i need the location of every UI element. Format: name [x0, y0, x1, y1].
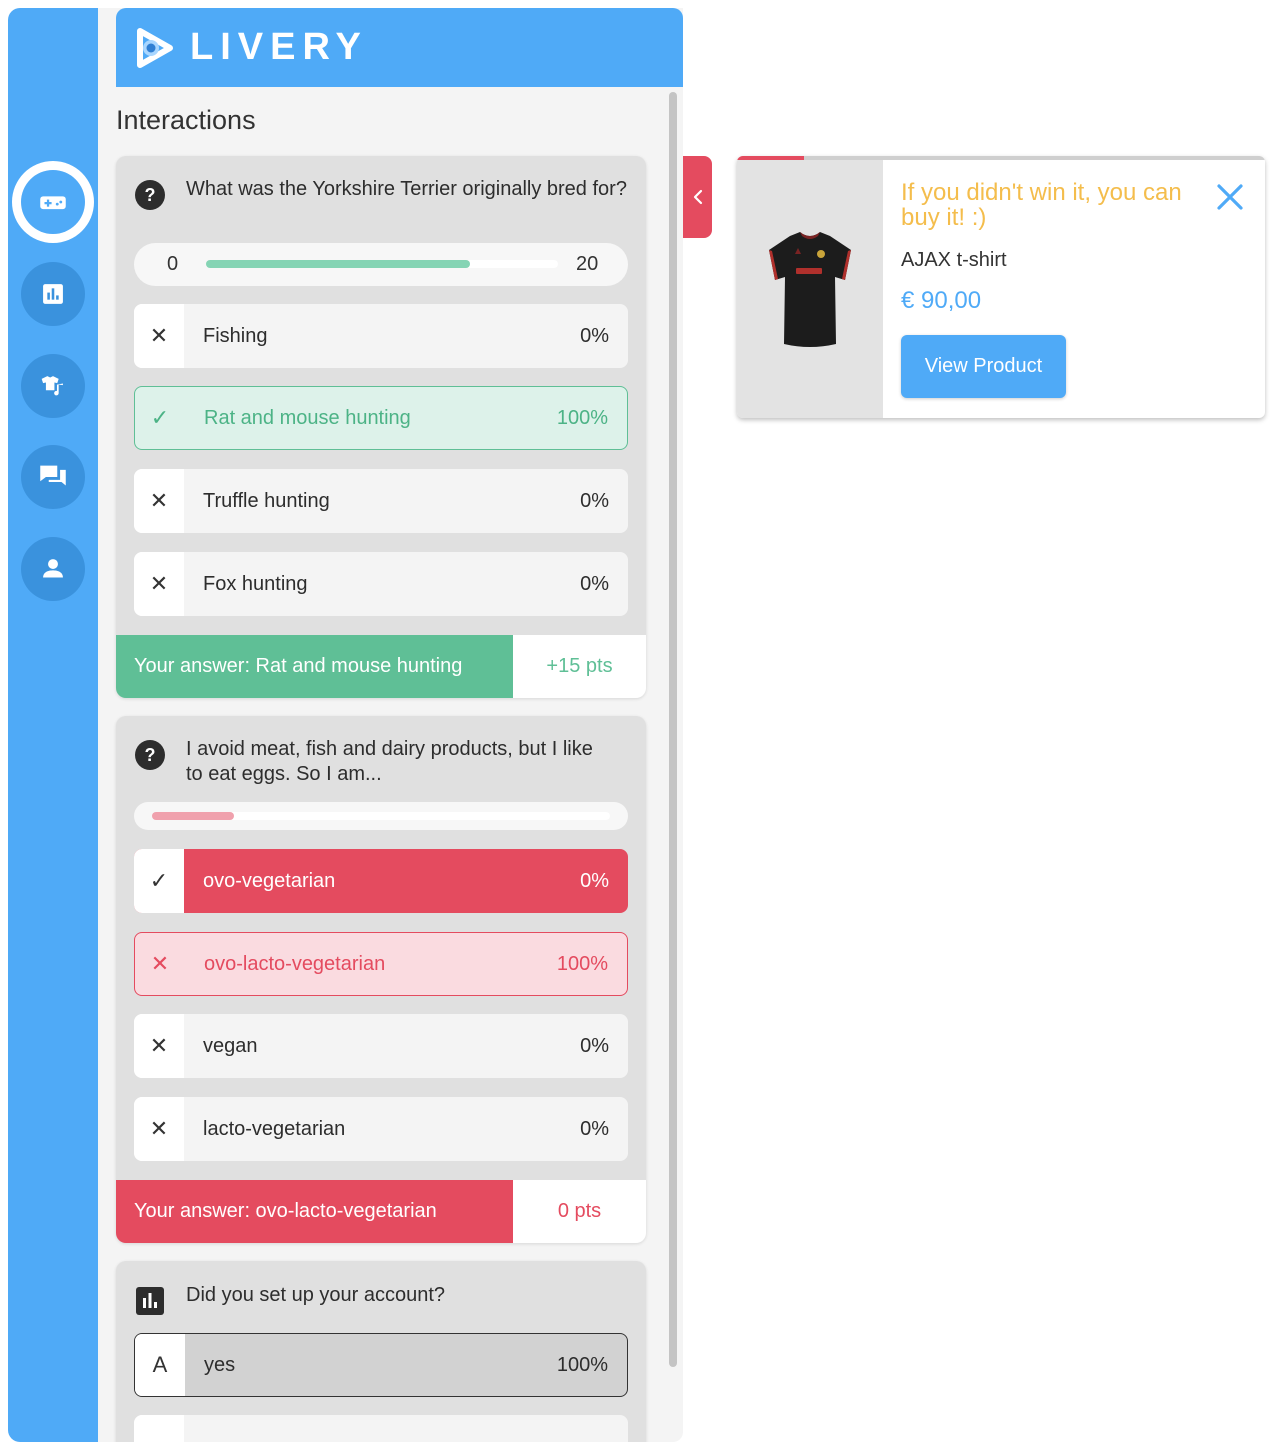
option-percentage: 0% [580, 324, 609, 347]
option-letter [134, 1415, 184, 1442]
timer-fill [206, 260, 470, 268]
option-label: yes [204, 1353, 236, 1376]
poll-option[interactable]: A yes 100% [134, 1333, 628, 1397]
scrollbar[interactable] [669, 92, 677, 1367]
chevron-left-icon [693, 189, 702, 205]
chat-icon [40, 465, 66, 486]
points-earned: 0 pts [513, 1180, 646, 1243]
brand-header: LIVERY [116, 8, 683, 87]
answer-option[interactable]: ✕ lacto-vegetarian 0% [134, 1097, 628, 1161]
poll-card: Did you set up your account? A yes 100% [116, 1261, 646, 1442]
option-percentage: 0% [580, 1117, 609, 1140]
option-label: Fox hunting [203, 572, 308, 595]
question-row: Did you set up your account? [134, 1281, 628, 1315]
answer-option[interactable]: ✕ vegan 0% [134, 1014, 628, 1078]
view-product-button[interactable]: View Product [901, 335, 1066, 398]
tshirt-image-icon [769, 232, 851, 347]
timer-max: 20 [576, 253, 599, 275]
svg-text:?: ? [145, 185, 156, 205]
question-icon: ? [135, 740, 165, 770]
quiz-card: ? What was the Yorkshire Terrier origina… [116, 156, 646, 698]
cross-icon: ✕ [134, 1097, 184, 1161]
poll-option[interactable] [134, 1415, 628, 1442]
option-percentage: 100% [556, 952, 608, 975]
close-icon[interactable] [1215, 182, 1245, 212]
cross-icon: ✕ [134, 1014, 184, 1078]
answer-option[interactable]: ✕ Fox hunting 0% [134, 552, 628, 616]
your-answer-text: Your answer: ovo-lacto-vegetarian [116, 1180, 513, 1243]
your-answer-bar: Your answer: Rat and mouse hunting +15 p… [116, 635, 646, 698]
your-answer-bar: Your answer: ovo-lacto-vegetarian 0 pts [116, 1180, 646, 1243]
page-title: Interactions [116, 105, 256, 135]
product-image [737, 160, 883, 418]
svg-text:?: ? [145, 745, 156, 765]
timer-bar [134, 802, 628, 830]
cross-icon: ✕ [150, 951, 170, 976]
timer-track [206, 260, 558, 268]
quiz-card: ? I avoid meat, fish and dairy products,… [116, 716, 646, 1243]
timer-track [152, 812, 610, 820]
nav-shop-button[interactable] [21, 354, 85, 418]
poll-chart-icon [136, 1287, 164, 1315]
cross-icon: ✕ [134, 304, 184, 368]
nav-games-button[interactable] [12, 161, 94, 243]
option-letter: A [135, 1334, 185, 1396]
user-icon [43, 559, 63, 578]
option-percentage: 0% [580, 1034, 609, 1057]
interactions-panel: LIVERY Interactions ? What was the Yorks… [98, 8, 683, 1442]
question-text: Did you set up your account? [186, 1284, 446, 1306]
cross-icon: ✕ [134, 469, 184, 533]
option-percentage: 0% [580, 489, 609, 512]
option-label: Fishing [203, 324, 268, 347]
timer-min: 0 [167, 253, 179, 275]
livery-logo-icon [137, 27, 173, 68]
option-label: vegan [203, 1034, 258, 1057]
answer-option-wrong[interactable]: ✕ ovo-lacto-vegetarian 100% [134, 932, 628, 996]
cross-icon: ✕ [134, 552, 184, 616]
brand-name: LIVERY [190, 26, 368, 68]
answer-option[interactable]: ✕ Truffle hunting 0% [134, 469, 628, 533]
nav-profile-button[interactable] [21, 537, 85, 601]
product-headline: If you didn't win it, you can buy it! :) [901, 179, 1182, 231]
product-name: AJAX t-shirt [901, 249, 1007, 271]
option-percentage: 100% [556, 1353, 608, 1376]
bar-chart-icon [43, 284, 63, 304]
option-percentage: 100% [556, 406, 608, 429]
product-price: € 90,00 [901, 287, 982, 314]
option-label: ovo-vegetarian [203, 869, 336, 892]
app-root: LIVERY Interactions ? What was the Yorks… [0, 0, 1284, 1450]
question-text: I avoid meat, fish and dairy products, b… [186, 738, 593, 785]
game-controller-icon [40, 196, 66, 210]
check-icon: ✓ [134, 849, 184, 913]
question-icon: ? [135, 180, 165, 210]
nav-chat-button[interactable] [21, 445, 85, 509]
answer-option-selected[interactable]: ✓ ovo-vegetarian 0% [134, 849, 628, 913]
option-label: lacto-vegetarian [203, 1117, 346, 1140]
option-percentage: 0% [580, 572, 609, 595]
collapse-toggle-button[interactable] [683, 156, 712, 238]
timer-bar: 0 20 [134, 243, 628, 286]
question-row: ? What was the Yorkshire Terrier origina… [134, 177, 628, 211]
question-row: ? I avoid meat, fish and dairy products,… [134, 737, 628, 787]
timer-fill [152, 812, 235, 820]
option-label: Truffle hunting [203, 489, 330, 512]
check-icon: ✓ [150, 405, 170, 430]
product-popup: If you didn't win it, you can buy it! :)… [737, 156, 1265, 418]
option-label: Rat and mouse hunting [204, 406, 411, 429]
answer-option-correct[interactable]: ✓ Rat and mouse hunting 100% [134, 386, 628, 450]
points-earned: +15 pts [513, 635, 646, 698]
answer-option[interactable]: ✕ Fishing 0% [134, 304, 628, 368]
shirt-music-icon [41, 376, 63, 396]
your-answer-text: Your answer: Rat and mouse hunting [116, 635, 513, 698]
option-label: ovo-lacto-vegetarian [204, 952, 386, 975]
nav-stats-button[interactable] [21, 262, 85, 326]
option-percentage: 0% [580, 869, 609, 892]
question-text: What was the Yorkshire Terrier originall… [186, 178, 627, 200]
